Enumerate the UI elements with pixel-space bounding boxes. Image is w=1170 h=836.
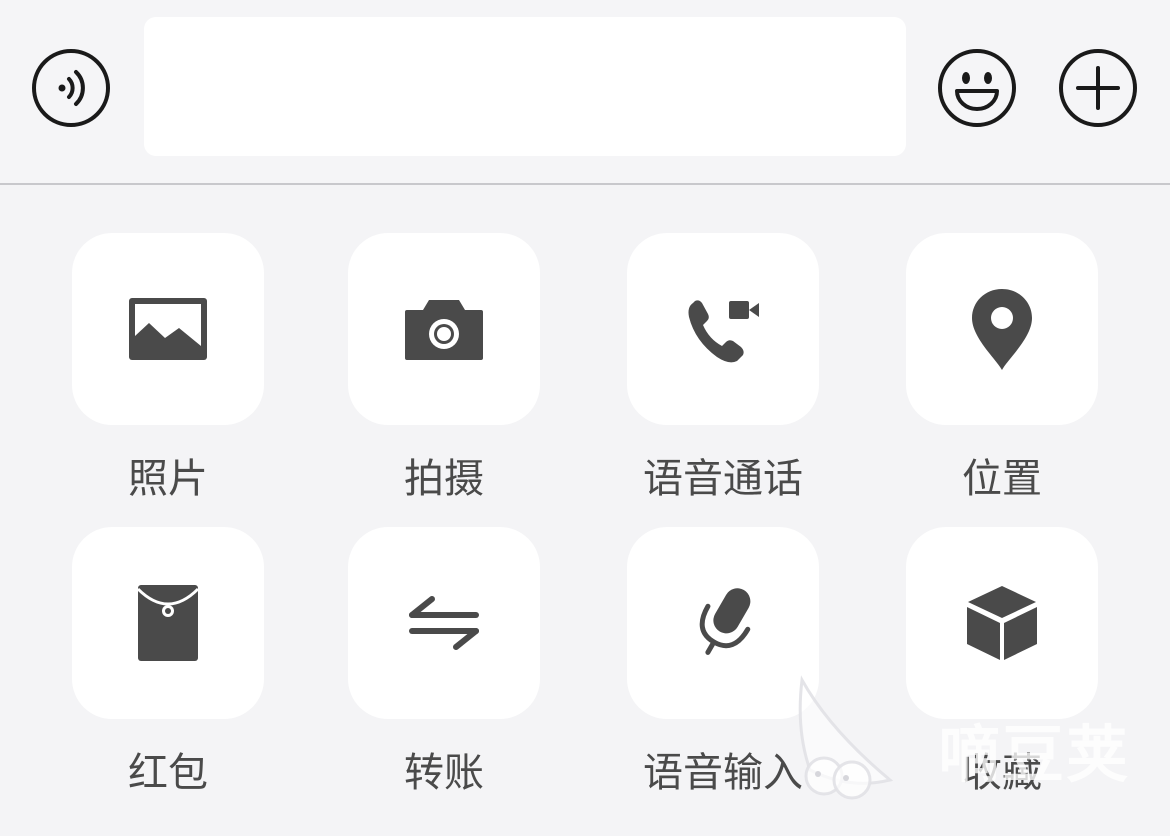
- panel-item-transfer-tile[interactable]: [348, 527, 540, 719]
- panel-item-label: 收藏: [962, 750, 1042, 796]
- panel-item-transfer[interactable]: 转账: [348, 527, 540, 801]
- panel-item-voice-input[interactable]: 语音输入: [627, 527, 819, 801]
- more-functions-button[interactable]: [1058, 48, 1138, 128]
- panel-item-red-packet[interactable]: 红包: [72, 527, 264, 801]
- voice-call-icon: [688, 300, 759, 363]
- panel-item-label: 转账: [404, 750, 484, 796]
- panel-item-camera-tile[interactable]: [348, 233, 540, 425]
- panel-item-photo[interactable]: 照片: [72, 233, 264, 507]
- panel-item-label: 位置: [962, 456, 1042, 502]
- smiley-icon: [938, 49, 1016, 127]
- panel-item-label: 照片: [128, 456, 208, 502]
- panel-item-label: 拍摄: [404, 456, 484, 502]
- location-pin-icon: [972, 289, 1032, 370]
- voice-toggle-button[interactable]: [31, 48, 111, 128]
- panel-item-label: 红包: [128, 750, 208, 796]
- panel-item-location[interactable]: 位置: [906, 233, 1098, 507]
- function-panel: 照片 拍摄 语音通话 位置 红包 转账 语音输入 收藏: [0, 185, 1170, 836]
- transfer-icon: [409, 596, 479, 650]
- chat-input-bar: [0, 0, 1170, 185]
- panel-item-favorites-tile[interactable]: [906, 527, 1098, 719]
- cube-icon: [967, 586, 1037, 660]
- panel-item-voice-call[interactable]: 语音通话: [627, 233, 819, 507]
- panel-item-photo-tile[interactable]: [72, 233, 264, 425]
- emoji-button[interactable]: [937, 48, 1017, 128]
- panel-item-camera[interactable]: 拍摄: [348, 233, 540, 507]
- photo-icon: [129, 298, 207, 360]
- panel-item-label: 语音输入: [643, 750, 803, 796]
- microphone-icon: [699, 588, 751, 655]
- panel-item-red-packet-tile[interactable]: [72, 527, 264, 719]
- panel-item-label: 语音通话: [643, 456, 803, 502]
- message-input[interactable]: [144, 17, 906, 156]
- panel-item-voice-input-tile[interactable]: [627, 527, 819, 719]
- panel-item-favorites[interactable]: 收藏: [906, 527, 1098, 801]
- camera-icon: [405, 300, 483, 360]
- panel-item-voice-call-tile[interactable]: [627, 233, 819, 425]
- plus-circle-icon: [1059, 49, 1137, 127]
- panel-item-location-tile[interactable]: [906, 233, 1098, 425]
- red-packet-icon: [136, 585, 200, 661]
- voice-wave-icon: [32, 49, 110, 127]
